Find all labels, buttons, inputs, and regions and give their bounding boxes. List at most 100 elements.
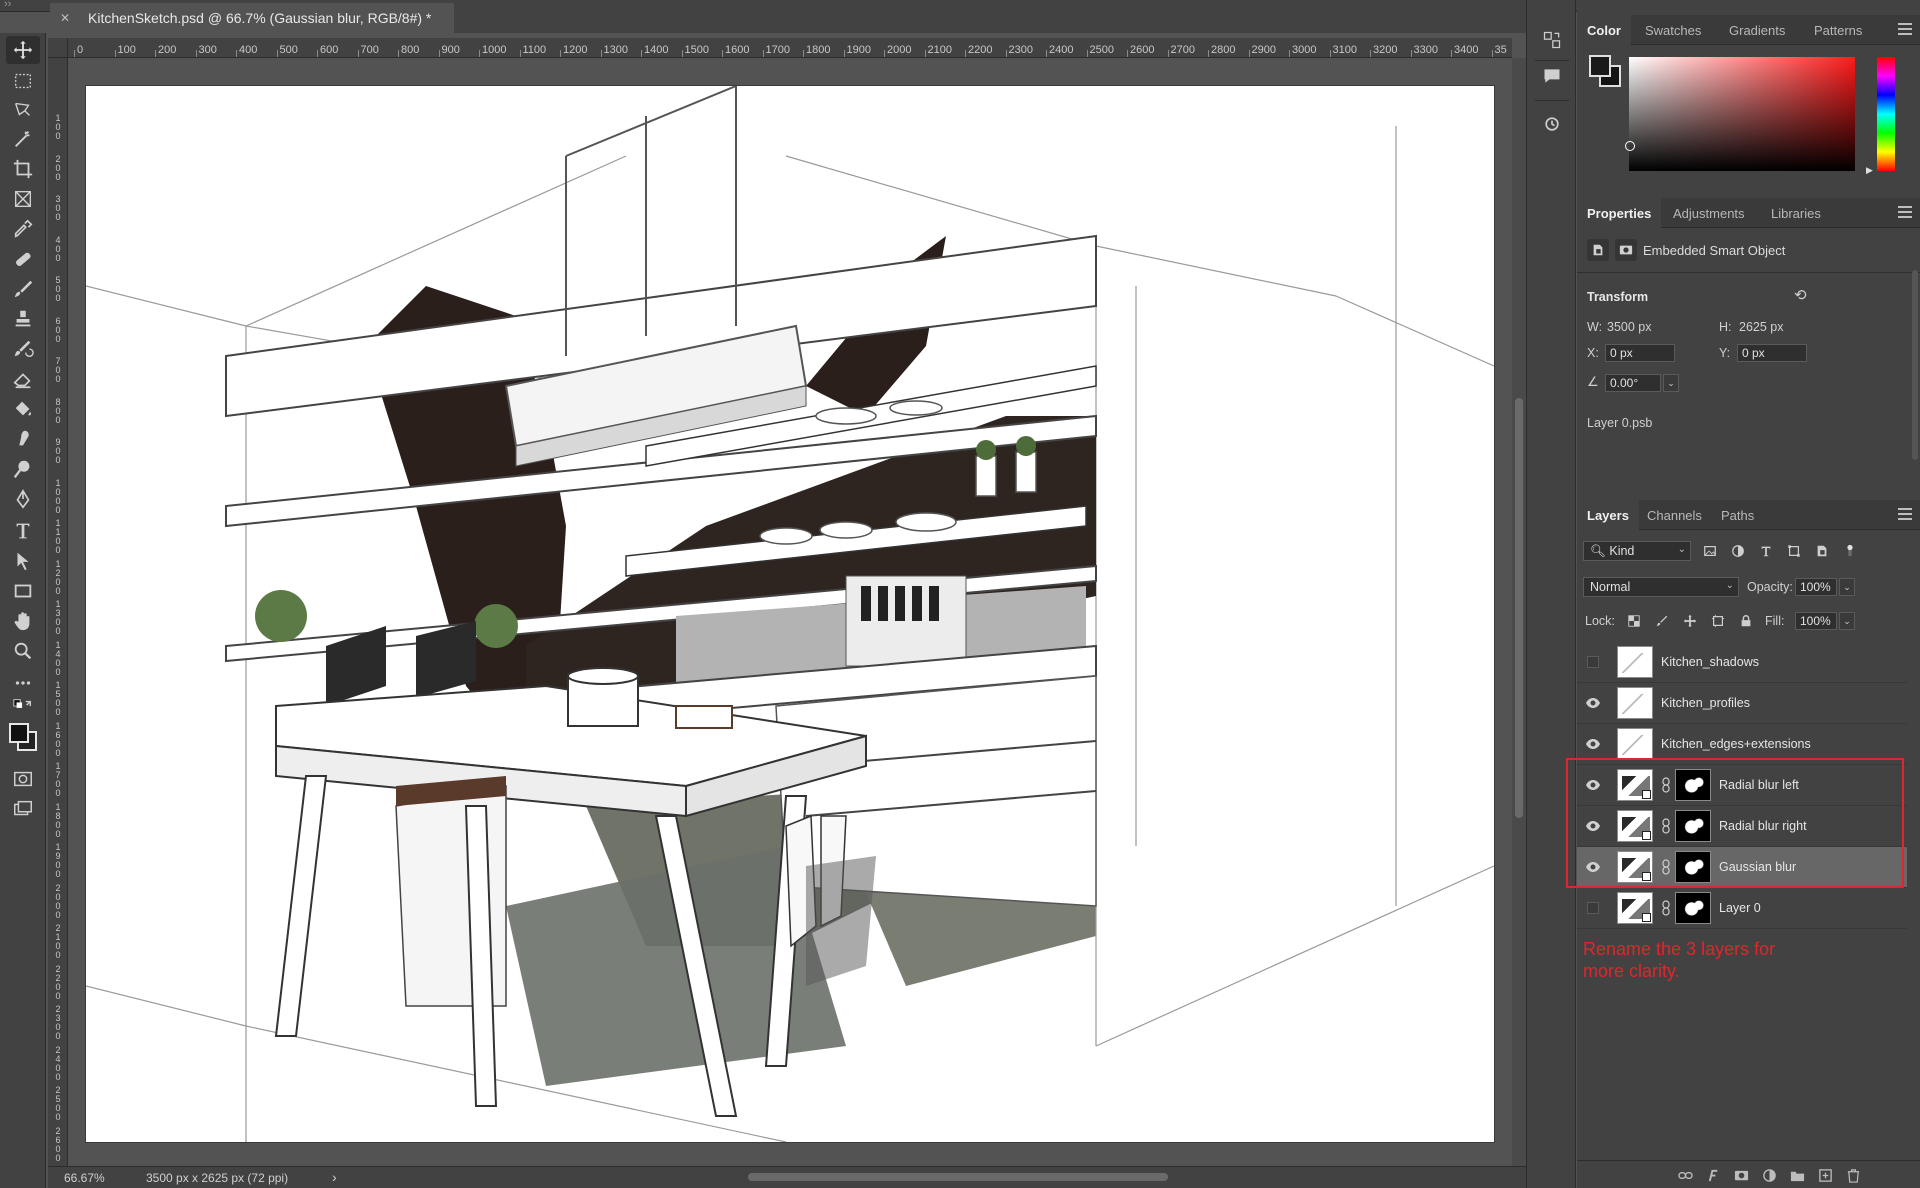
height-value[interactable]: 2625 px bbox=[1739, 320, 1783, 334]
pen-tool[interactable] bbox=[6, 485, 40, 513]
layer-thumbnail[interactable] bbox=[1617, 810, 1653, 842]
ruler-origin[interactable] bbox=[48, 38, 68, 58]
visibility-toggle-empty[interactable] bbox=[1587, 656, 1599, 668]
tab-gradients[interactable]: Gradients bbox=[1719, 15, 1795, 45]
lock-transparent-pixels-icon[interactable] bbox=[1623, 612, 1645, 630]
fill-field[interactable]: 100% bbox=[1795, 612, 1837, 630]
lasso-tool[interactable] bbox=[6, 95, 40, 123]
move-tool[interactable] bbox=[6, 36, 40, 64]
delete-layer-trash-icon[interactable] bbox=[1843, 1166, 1863, 1184]
layer-row[interactable]: Radial blur left bbox=[1577, 765, 1907, 806]
layer-effects-icon[interactable] bbox=[1703, 1166, 1723, 1184]
layer-thumbnail[interactable] bbox=[1617, 646, 1653, 678]
hue-slider[interactable] bbox=[1877, 57, 1895, 171]
comments-panel-button[interactable] bbox=[1540, 64, 1564, 88]
tab-adjustments[interactable]: Adjustments bbox=[1663, 198, 1755, 228]
foreground-color-swatch[interactable] bbox=[1589, 55, 1611, 77]
smart-object-icon[interactable] bbox=[1587, 239, 1609, 261]
mask-link-icon[interactable] bbox=[1661, 900, 1671, 916]
rotation-angle-field[interactable]: 0.00° bbox=[1605, 374, 1661, 392]
smudge-tool[interactable] bbox=[6, 425, 40, 453]
canvas-area[interactable] bbox=[68, 58, 1512, 1166]
layer-name[interactable]: Radial blur left bbox=[1719, 778, 1799, 792]
layer-thumbnail[interactable] bbox=[1617, 687, 1653, 719]
layer-mask-thumbnail[interactable] bbox=[1675, 810, 1711, 842]
angle-dropdown-chevron-icon[interactable]: ⌄ bbox=[1663, 374, 1679, 392]
y-position-field[interactable]: 0 px bbox=[1737, 344, 1807, 362]
opacity-field[interactable]: 100% bbox=[1795, 578, 1837, 596]
visibility-eye-icon[interactable] bbox=[1585, 696, 1601, 710]
mask-link-icon[interactable] bbox=[1661, 818, 1671, 834]
link-layers-icon[interactable] bbox=[1675, 1166, 1695, 1184]
magic-wand-tool[interactable] bbox=[6, 125, 40, 153]
tab-channels[interactable]: Channels bbox=[1637, 500, 1712, 530]
layer-thumbnail[interactable] bbox=[1617, 851, 1653, 883]
layer-name[interactable]: Kitchen_profiles bbox=[1661, 696, 1750, 710]
status-menu-chevron-icon[interactable]: › bbox=[332, 1169, 337, 1185]
default-colors[interactable] bbox=[6, 697, 40, 717]
brush-tool[interactable] bbox=[6, 275, 40, 303]
layer-name[interactable]: Kitchen_shadows bbox=[1661, 655, 1759, 669]
hue-slider-caret-icon[interactable]: ▶ bbox=[1866, 165, 1873, 176]
new-group-folder-icon[interactable] bbox=[1787, 1166, 1807, 1184]
filter-toggle-icon[interactable] bbox=[1839, 542, 1861, 560]
filter-kind-dropdown[interactable]: 🔍︎ Kind ⌄ bbox=[1583, 541, 1691, 561]
eyedropper-tool[interactable] bbox=[6, 215, 40, 243]
visibility-eye-icon[interactable] bbox=[1585, 778, 1601, 792]
tab-color[interactable]: Color bbox=[1577, 15, 1631, 45]
layer-mask-thumbnail[interactable] bbox=[1675, 851, 1711, 883]
type-tool[interactable] bbox=[6, 517, 40, 545]
new-adjustment-layer-icon[interactable] bbox=[1759, 1166, 1779, 1184]
tab-libraries[interactable]: Libraries bbox=[1761, 198, 1831, 228]
layer-name[interactable]: Radial blur right bbox=[1719, 819, 1807, 833]
filter-type-icon[interactable] bbox=[1755, 542, 1777, 560]
fill-dropdown-chevron-icon[interactable]: ⌄ bbox=[1839, 612, 1855, 630]
color-picker-ring-icon[interactable] bbox=[1625, 141, 1635, 151]
layer-name[interactable]: Layer 0 bbox=[1719, 901, 1761, 915]
lock-position-icon[interactable] bbox=[1679, 612, 1701, 630]
learn-panel-button[interactable] bbox=[1540, 112, 1564, 136]
vertical-scroll-thumb[interactable] bbox=[1515, 398, 1523, 818]
lock-image-pixels-icon[interactable] bbox=[1651, 612, 1673, 630]
tab-patterns[interactable]: Patterns bbox=[1804, 15, 1872, 45]
document-tab[interactable]: ✕ KitchenSketch.psd @ 66.7% (Gaussian bl… bbox=[50, 3, 454, 33]
quick-mask-button[interactable] bbox=[6, 765, 40, 793]
paint-bucket-tool[interactable] bbox=[6, 395, 40, 423]
mask-link-icon[interactable] bbox=[1661, 859, 1671, 875]
visibility-eye-icon[interactable] bbox=[1585, 819, 1601, 833]
layer-thumbnail[interactable] bbox=[1617, 728, 1653, 760]
hand-tool[interactable] bbox=[6, 607, 40, 635]
screen-mode-button[interactable] bbox=[6, 795, 40, 823]
x-position-field[interactable]: 0 px bbox=[1605, 344, 1675, 362]
crop-tool[interactable] bbox=[6, 155, 40, 183]
layer-mask-thumbnail[interactable] bbox=[1675, 892, 1711, 924]
zoom-level[interactable]: 66.67% bbox=[64, 1171, 105, 1185]
filter-pixel-icon[interactable] bbox=[1699, 542, 1721, 560]
tab-layers[interactable]: Layers bbox=[1577, 500, 1639, 530]
mask-link-icon[interactable] bbox=[1661, 777, 1671, 793]
layer-row[interactable]: Kitchen_edges+extensions bbox=[1577, 724, 1907, 765]
document-canvas[interactable] bbox=[86, 86, 1494, 1142]
width-value[interactable]: 3500 px bbox=[1607, 320, 1651, 334]
visibility-eye-icon[interactable] bbox=[1585, 737, 1601, 751]
opacity-dropdown-chevron-icon[interactable]: ⌄ bbox=[1839, 578, 1855, 596]
filter-adjustment-icon[interactable] bbox=[1727, 542, 1749, 560]
horizontal-scroll-thumb[interactable] bbox=[748, 1173, 1168, 1181]
history-panel-button[interactable] bbox=[1540, 28, 1564, 52]
tab-swatches[interactable]: Swatches bbox=[1635, 15, 1711, 45]
layer-name[interactable]: Kitchen_edges+extensions bbox=[1661, 737, 1811, 751]
layer-thumbnail[interactable] bbox=[1617, 892, 1653, 924]
reset-transform-icon[interactable]: ⟲ bbox=[1794, 286, 1807, 304]
rectangle-tool[interactable] bbox=[6, 577, 40, 605]
blend-mode-dropdown[interactable]: Normal ⌄ bbox=[1583, 577, 1739, 597]
color-panel-menu-icon[interactable] bbox=[1898, 23, 1912, 35]
layer-row[interactable]: Layer 0 bbox=[1577, 888, 1907, 929]
new-layer-plus-icon[interactable] bbox=[1815, 1166, 1835, 1184]
tab-properties[interactable]: Properties bbox=[1577, 198, 1662, 228]
history-brush-tool[interactable] bbox=[6, 335, 40, 363]
color-field[interactable] bbox=[1625, 57, 1855, 171]
healing-brush-tool[interactable] bbox=[6, 245, 40, 273]
add-mask-icon[interactable] bbox=[1731, 1166, 1751, 1184]
lock-all-icon[interactable] bbox=[1735, 612, 1757, 630]
filter-smart-object-icon[interactable] bbox=[1811, 542, 1833, 560]
